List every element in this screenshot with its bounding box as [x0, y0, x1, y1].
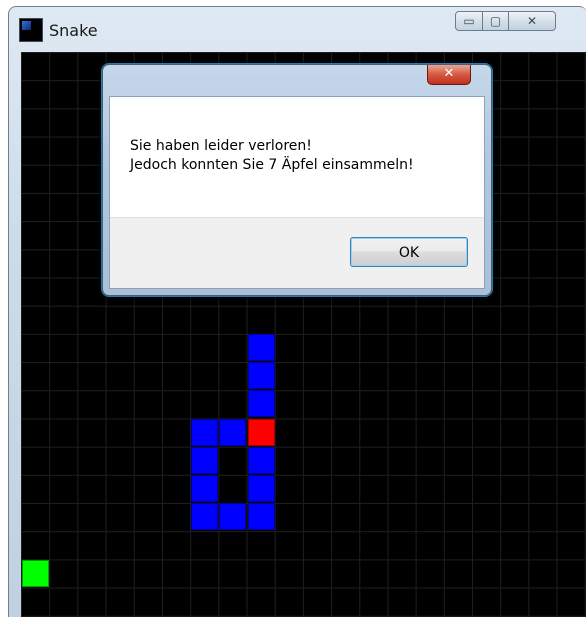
window-title: Snake — [49, 21, 98, 40]
snake-segment — [191, 475, 219, 502]
close-button[interactable]: ✕ — [508, 11, 556, 31]
dialog-footer: OK — [110, 217, 484, 288]
snake-segment — [219, 503, 247, 531]
snake-segment — [247, 390, 275, 418]
title-bar[interactable]: Snake ▭ ▢ ✕ — [9, 7, 586, 53]
snake-segment — [247, 446, 275, 474]
snake-head — [247, 418, 275, 446]
snake-segment — [247, 475, 275, 502]
ok-button[interactable]: OK — [350, 237, 468, 267]
dialog-body: Sie haben leider verloren! Jedoch konnte… — [109, 96, 485, 289]
snake-segment — [191, 418, 219, 446]
snake-app-icon — [19, 18, 43, 42]
dialog-message: Sie haben leider verloren! Jedoch konnte… — [130, 138, 414, 173]
game-over-dialog: ✕ Sie haben leider verloren! Jedoch konn… — [102, 64, 492, 296]
snake-segment — [247, 334, 275, 361]
snake-segment — [219, 418, 247, 446]
snake-segment — [191, 503, 219, 531]
maximize-button[interactable]: ▢ — [482, 11, 509, 31]
snake-segment — [247, 362, 275, 390]
minimize-button[interactable]: ▭ — [455, 11, 483, 31]
snake-segment — [191, 446, 219, 474]
dialog-close-button[interactable]: ✕ — [427, 65, 471, 85]
apple — [22, 559, 49, 587]
snake-segment — [247, 503, 275, 531]
